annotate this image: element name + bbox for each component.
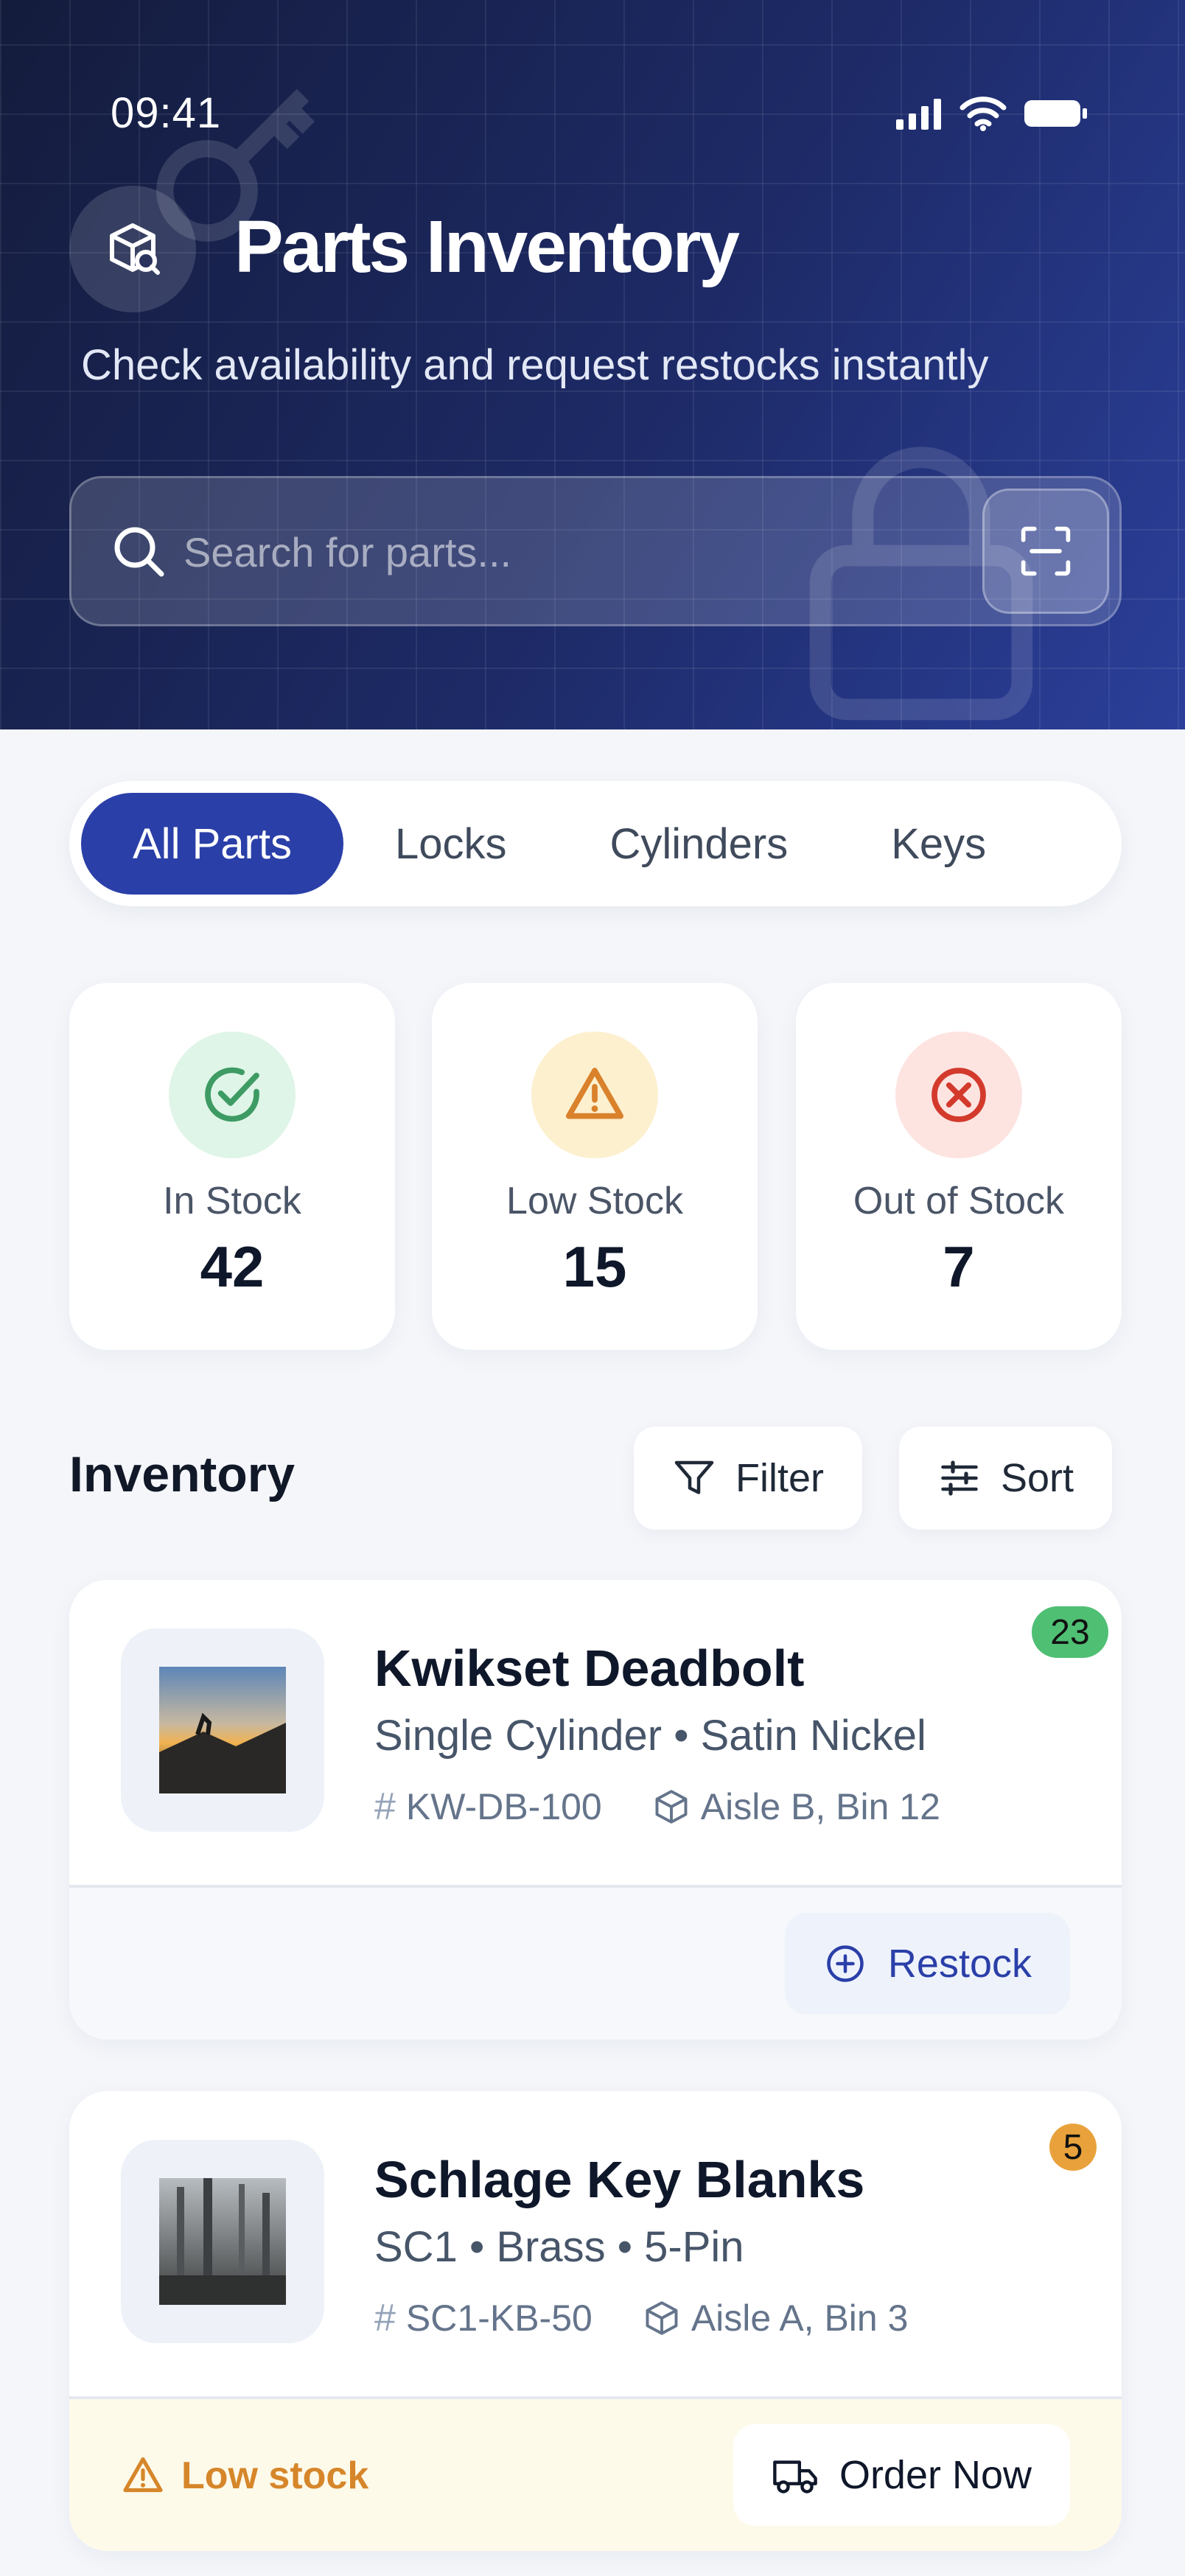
part-spec: SC1 • Brass • 5-Pin [374, 2223, 744, 2271]
part-location: Aisle B, Bin 12 [700, 1786, 940, 1827]
product-image [121, 2140, 324, 2343]
filter-button[interactable]: Filter [634, 1427, 862, 1530]
tab-keys[interactable]: Keys [839, 793, 1038, 895]
page-subtitle: Check availability and request restocks … [81, 341, 989, 389]
x-circle-icon [895, 1032, 1022, 1158]
stat-card-low-stock[interactable]: Low Stock 15 [432, 983, 758, 1350]
part-name: Kwikset Deadbolt [374, 1639, 805, 1697]
check-circle-icon [169, 1032, 296, 1158]
status-icons [896, 96, 1089, 131]
search-icon [110, 522, 169, 585]
scan-icon [1021, 526, 1071, 576]
part-location: Aisle A, Bin 3 [691, 2297, 909, 2339]
part-card[interactable]: Schlage Key Blanks SC1 • Brass • 5-Pin #… [69, 2091, 1122, 2551]
hash-icon: # [374, 1785, 396, 1828]
plus-circle-icon [827, 1945, 864, 1982]
part-card[interactable]: Kwikset Deadbolt Single Cylinder • Satin… [69, 1580, 1122, 2040]
sort-label: Sort [1001, 1456, 1074, 1500]
hash-icon: # [374, 2297, 396, 2339]
stat-value: 42 [200, 1234, 265, 1299]
quantity-badge: 5 [1049, 2124, 1097, 2171]
stat-card-in-stock[interactable]: In Stock 42 [69, 983, 395, 1350]
tab-all-parts[interactable]: All Parts [81, 793, 343, 895]
box-search-icon [110, 223, 160, 275]
scan-button[interactable] [982, 489, 1109, 614]
stat-label: Low Stock [506, 1180, 683, 1222]
sliders-icon [941, 1460, 978, 1496]
warning-icon [531, 1032, 658, 1158]
part-sku: KW-DB-100 [405, 1786, 602, 1827]
box-icon [655, 1790, 688, 1824]
category-tabs: All Parts Locks Cylinders Keys [69, 781, 1122, 906]
inventory-title: Inventory [69, 1446, 296, 1502]
low-stock-label: Low stock [181, 2454, 369, 2497]
restock-label: Restock [887, 1942, 1032, 1986]
app-logo [69, 186, 196, 312]
page-title: Parts Inventory [234, 206, 740, 288]
part-spec: Single Cylinder • Satin Nickel [374, 1712, 926, 1760]
stat-label: In Stock [163, 1180, 301, 1222]
sort-button[interactable]: Sort [899, 1427, 1113, 1530]
wifi-icon [959, 97, 1007, 131]
header-banner: 09:41 Parts Inventory Check availability… [0, 0, 1185, 729]
low-stock-status: Low stock [121, 2454, 368, 2498]
tab-locks[interactable]: Locks [343, 793, 559, 895]
stat-label: Out of Stock [853, 1180, 1065, 1222]
tab-cylinders[interactable]: Cylinders [558, 793, 839, 895]
quantity-badge: 23 [1032, 1606, 1108, 1658]
restock-button[interactable]: Restock [784, 1913, 1070, 2015]
part-name: Schlage Key Blanks [374, 2151, 865, 2208]
search-bar[interactable] [69, 476, 1122, 626]
truck-icon [773, 2460, 817, 2493]
stat-value: 15 [562, 1234, 627, 1299]
part-meta: # SC1-KB-50 Aisle A, Bin 3 [374, 2296, 908, 2340]
part-meta: # KW-DB-100 Aisle B, Bin 12 [374, 1785, 940, 1829]
card-footer: Low stock Order Now [69, 2396, 1122, 2551]
signal-icon [896, 99, 941, 130]
warning-icon [123, 2457, 163, 2493]
filter-icon [674, 1460, 714, 1494]
order-now-button[interactable]: Order Now [733, 2424, 1070, 2526]
filter-label: Filter [735, 1456, 824, 1500]
search-input[interactable] [183, 508, 972, 596]
stat-value: 7 [943, 1234, 975, 1299]
battery-icon [1024, 100, 1087, 127]
status-time: 09:41 [111, 89, 222, 137]
part-sku: SC1-KB-50 [405, 2297, 592, 2339]
order-now-label: Order Now [839, 2453, 1032, 2497]
card-footer: Restock [69, 1885, 1122, 2040]
product-image [121, 1628, 324, 1832]
box-icon [646, 2301, 678, 2335]
stat-card-out-of-stock[interactable]: Out of Stock 7 [796, 983, 1122, 1350]
